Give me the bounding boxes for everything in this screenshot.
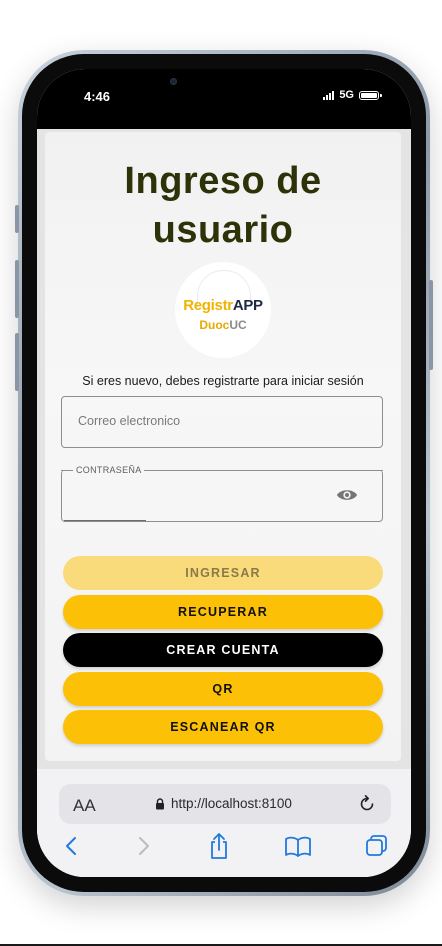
text-size-button[interactable]: AA [73,796,96,816]
volume-up-button [15,260,19,318]
logo-wordmark-app: APP [232,297,263,314]
app-content: Ingreso de usuario RegistrAPP DuocUC Si … [37,129,411,769]
app-logo: RegistrAPP DuocUC [175,262,271,358]
phone-bezel: 4:46 5G Ingreso de usuario RegistrAPP Du… [22,54,426,892]
battery-icon [359,90,382,100]
recuperar-button[interactable]: RECUPERAR [63,595,383,629]
address-bar[interactable]: AA http://localhost:8100 [59,784,391,824]
logo-wordmark-registr: Registr [183,297,233,314]
password-focus-line [64,520,146,521]
front-camera [170,78,177,85]
network-label: 5G [339,89,354,101]
password-label: CONTRASEÑA [76,465,142,475]
logo-duoc: Duoc [199,318,230,332]
crear-cuenta-button[interactable]: CREAR CUENTA [63,633,383,667]
status-bar: 4:46 5G [37,69,411,129]
page-title-line1: Ingreso de [124,160,322,202]
lock-icon [156,798,164,810]
password-outline-left [61,470,73,471]
eye-icon[interactable] [336,486,358,504]
reload-icon[interactable] [357,794,377,814]
email-input[interactable] [76,413,370,429]
page-title: Ingreso de usuario [45,157,401,255]
volume-down-button [15,333,19,391]
url-text[interactable]: http://localhost:8100 [171,796,292,811]
qr-button[interactable]: QR [63,672,383,706]
bookmarks-icon[interactable] [283,831,313,861]
status-indicators: 5G [323,89,382,101]
password-outline-right [144,470,383,471]
back-icon[interactable] [57,831,87,861]
logo-wordmark: RegistrAPP [175,297,271,314]
ingresar-button[interactable]: INGRESAR [63,556,383,590]
escanear-qr-button[interactable]: ESCANEAR QR [63,710,383,744]
page-title-line2: usuario [152,209,294,251]
logo-institution: DuocUC [175,318,271,332]
forward-icon[interactable] [128,831,158,861]
phone-screen: 4:46 5G Ingreso de usuario RegistrAPP Du… [37,69,411,877]
power-button [429,280,433,370]
share-icon[interactable] [204,831,234,861]
browser-bar: AA http://localhost:8100 [37,769,411,877]
signal-icon [323,90,335,100]
status-time: 4:46 [84,89,111,104]
email-field[interactable] [61,396,383,448]
login-card: Ingreso de usuario RegistrAPP DuocUC Si … [45,132,401,761]
tabs-icon[interactable] [362,831,392,861]
logo-uc: UC [229,318,247,332]
register-hint: Si eres nuevo, debes registrarte para in… [82,374,364,388]
password-field[interactable]: CONTRASEÑA [61,465,383,522]
silent-switch [15,205,19,233]
phone-frame: 4:46 5G Ingreso de usuario RegistrAPP Du… [15,50,433,896]
